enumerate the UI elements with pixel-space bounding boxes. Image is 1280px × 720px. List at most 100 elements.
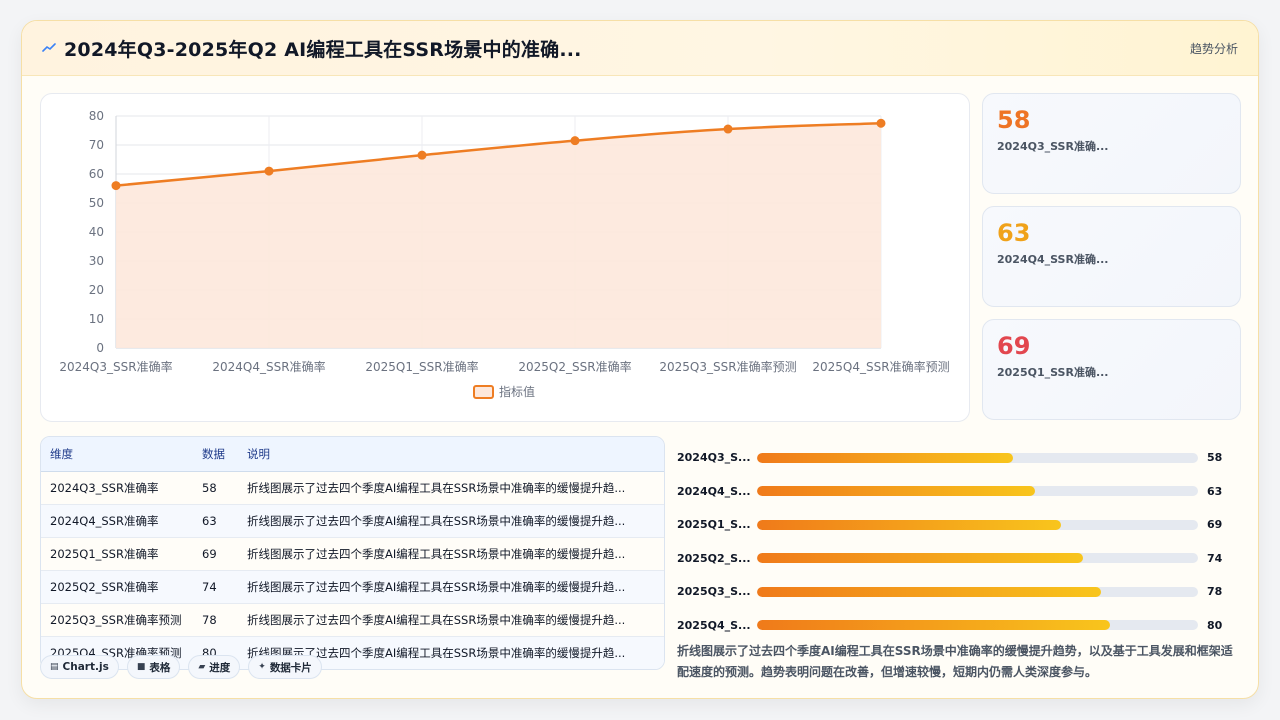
table-cell: 2025Q2_SSR准确率 — [41, 570, 193, 604]
legend-swatch — [473, 385, 494, 399]
data-point — [723, 124, 733, 134]
progress-track — [757, 519, 1198, 530]
progress-row: 2025Q3_S... 78 — [677, 575, 1242, 609]
progress-label: 2025Q4_S... — [677, 618, 751, 632]
x-tick-label: 2025Q1_SSR准确率 — [365, 359, 478, 374]
stat-value: 69 — [997, 332, 1031, 360]
progress-icon: ▰ — [198, 662, 206, 672]
tech-tags: ▤ Chart.js ■ 表格 ▰ 进度 ✦ 数据卡片 — [40, 655, 322, 679]
y-tick-label: 30 — [89, 254, 104, 268]
y-tick-label: 40 — [89, 225, 104, 239]
progress-row: 2024Q3_S... 58 — [677, 441, 1242, 475]
table-cell: 折线图展示了过去四个季度AI编程工具在SSR场景中准确率的缓慢提升趋... — [238, 537, 664, 571]
progress-track — [757, 486, 1198, 497]
header: 2024年Q3-2025年Q2 AI编程工具在SSR场景中的准确... 趋势分析 — [22, 21, 1258, 76]
line-chart: 0 10 20 30 40 50 60 70 80 2024Q3_SSR准确率 2024Q4_SSR… — [40, 93, 970, 422]
stat-card-3: 69 2025Q1_SSR准确... — [982, 319, 1241, 420]
progress-row: 2024Q4_S... 63 — [677, 475, 1242, 509]
tag-label: 表格 — [149, 661, 171, 674]
progress-fill — [757, 586, 1101, 597]
tag-table[interactable]: ■ 表格 — [126, 655, 181, 679]
progress-track — [757, 553, 1198, 564]
stat-label: 2024Q3_SSR准确... — [997, 140, 1109, 153]
page-title: 2024年Q3-2025年Q2 AI编程工具在SSR场景中的准确... — [64, 38, 582, 61]
x-tick-label: 2025Q3_SSR准确率预测 — [659, 359, 796, 374]
dashboard-card: 2024年Q3-2025年Q2 AI编程工具在SSR场景中的准确... 趋势分析… — [21, 20, 1259, 699]
y-tick-label: 10 — [89, 312, 104, 326]
summary-text: 折线图展示了过去四个季度AI编程工具在SSR场景中准确率的缓慢提升趋势，以及基于… — [677, 644, 1233, 679]
progress-value: 69 — [1207, 518, 1223, 532]
y-tick-label: 50 — [89, 196, 104, 210]
table-cell: 2024Q4_SSR准确率 — [41, 504, 193, 538]
table-cell: 折线图展示了过去四个季度AI编程工具在SSR场景中准确率的缓慢提升趋... — [238, 603, 664, 637]
y-tick-label: 20 — [89, 283, 104, 297]
progress-label: 2025Q3_S... — [677, 585, 751, 599]
column-header-description[interactable]: 说明 — [238, 437, 664, 472]
progress-row: 2025Q4_S... 80 — [677, 609, 1242, 643]
progress-label: 2024Q4_S... — [677, 484, 751, 498]
table-cell: 2025Q3_SSR准确率预测 — [41, 603, 193, 637]
table-cell: 58 — [193, 471, 238, 505]
trend-icon — [42, 41, 56, 55]
progress-label: 2024Q3_S... — [677, 451, 751, 465]
table-row: 2025Q1_SSR准确率 69 折线图展示了过去四个季度AI编程工具在SSR场… — [41, 537, 664, 571]
progress-value: 74 — [1207, 551, 1223, 565]
table-cell: 63 — [193, 504, 238, 538]
legend-label: 指标值 — [499, 384, 535, 399]
tag-label: Chart.js — [62, 661, 109, 673]
data-point — [111, 181, 121, 191]
progress-label: 2025Q1_S... — [677, 518, 751, 532]
data-table: 维度 数据 说明 2024Q3_SSR准确率 58 折线图展示了过去四个季度AI… — [40, 436, 665, 670]
stat-card-2: 63 2024Q4_SSR准确... — [982, 206, 1241, 307]
stat-label: 2025Q1_SSR准确... — [997, 366, 1109, 379]
progress-row: 2025Q2_S... 74 — [677, 542, 1242, 576]
tag-label: 进度 — [209, 661, 231, 674]
x-tick-label: 2024Q3_SSR准确率 — [59, 359, 172, 374]
progress-fill — [757, 620, 1110, 631]
table-cell: 折线图展示了过去四个季度AI编程工具在SSR场景中准确率的缓慢提升趋... — [238, 471, 664, 505]
data-point — [876, 118, 886, 128]
table-cell: 折线图展示了过去四个季度AI编程工具在SSR场景中准确率的缓慢提升趋... — [238, 570, 664, 604]
tag-chartjs[interactable]: ▤ Chart.js — [40, 655, 119, 679]
progress-label: 2025Q2_S... — [677, 551, 751, 565]
column-header-data[interactable]: 数据 — [193, 437, 238, 472]
series-area — [116, 123, 881, 348]
line-chart-svg: 0 10 20 30 40 50 60 70 80 2024Q3_SSR准确率 2024Q4_SSR… — [59, 109, 950, 399]
table-row: 2025Q2_SSR准确率 74 折线图展示了过去四个季度AI编程工具在SSR场… — [41, 570, 664, 604]
table-cell: 78 — [193, 603, 238, 637]
table-row: 2025Q3_SSR准确率预测 78 折线图展示了过去四个季度AI编程工具在SS… — [41, 603, 664, 637]
progress-value: 78 — [1207, 585, 1223, 599]
stat-label: 2024Q4_SSR准确... — [997, 253, 1109, 266]
table-row: 2024Q3_SSR准确率 58 折线图展示了过去四个季度AI编程工具在SSR场… — [41, 471, 664, 505]
y-tick-label: 60 — [89, 167, 104, 181]
stat-card-1: 58 2024Q3_SSR准确... — [982, 93, 1241, 194]
progress-row: 2025Q1_S... 69 — [677, 508, 1242, 542]
tag-label: 数据卡片 — [269, 661, 312, 674]
x-tick-label: 2025Q4_SSR准确率预测 — [812, 359, 949, 374]
progress-track — [757, 452, 1198, 463]
tag-progress[interactable]: ▰ 进度 — [188, 655, 241, 679]
table-cell: 2025Q1_SSR准确率 — [41, 537, 193, 571]
tag-data-card[interactable]: ✦ 数据卡片 — [248, 655, 322, 679]
table-cell: 74 — [193, 570, 238, 604]
table-cell: 折线图展示了过去四个季度AI编程工具在SSR场景中准确率的缓慢提升趋... — [238, 504, 664, 538]
table-icon: ■ — [136, 662, 146, 672]
data-point — [264, 166, 274, 176]
column-header-dimension[interactable]: 维度 — [41, 437, 193, 472]
progress-track — [757, 586, 1198, 597]
data-point — [417, 150, 427, 160]
y-tick-label: 0 — [96, 341, 104, 355]
x-tick-label: 2024Q4_SSR准确率 — [212, 359, 325, 374]
y-tick-label: 70 — [89, 138, 104, 152]
progress-track — [757, 620, 1198, 631]
table-cell: 69 — [193, 537, 238, 571]
table-header-row: 维度 数据 说明 — [41, 437, 664, 472]
stat-value: 58 — [997, 106, 1031, 134]
progress-fill — [757, 519, 1062, 530]
table-cell: 2024Q3_SSR准确率 — [41, 471, 193, 505]
stat-value: 63 — [997, 219, 1031, 247]
progress-bars: 2024Q3_S... 58 2024Q4_S... 63 2025Q1_S..… — [677, 441, 1242, 642]
trend-analysis-badge[interactable]: 趋势分析 — [1190, 40, 1238, 57]
progress-fill — [757, 452, 1013, 463]
chart-icon: ▤ — [50, 662, 59, 672]
